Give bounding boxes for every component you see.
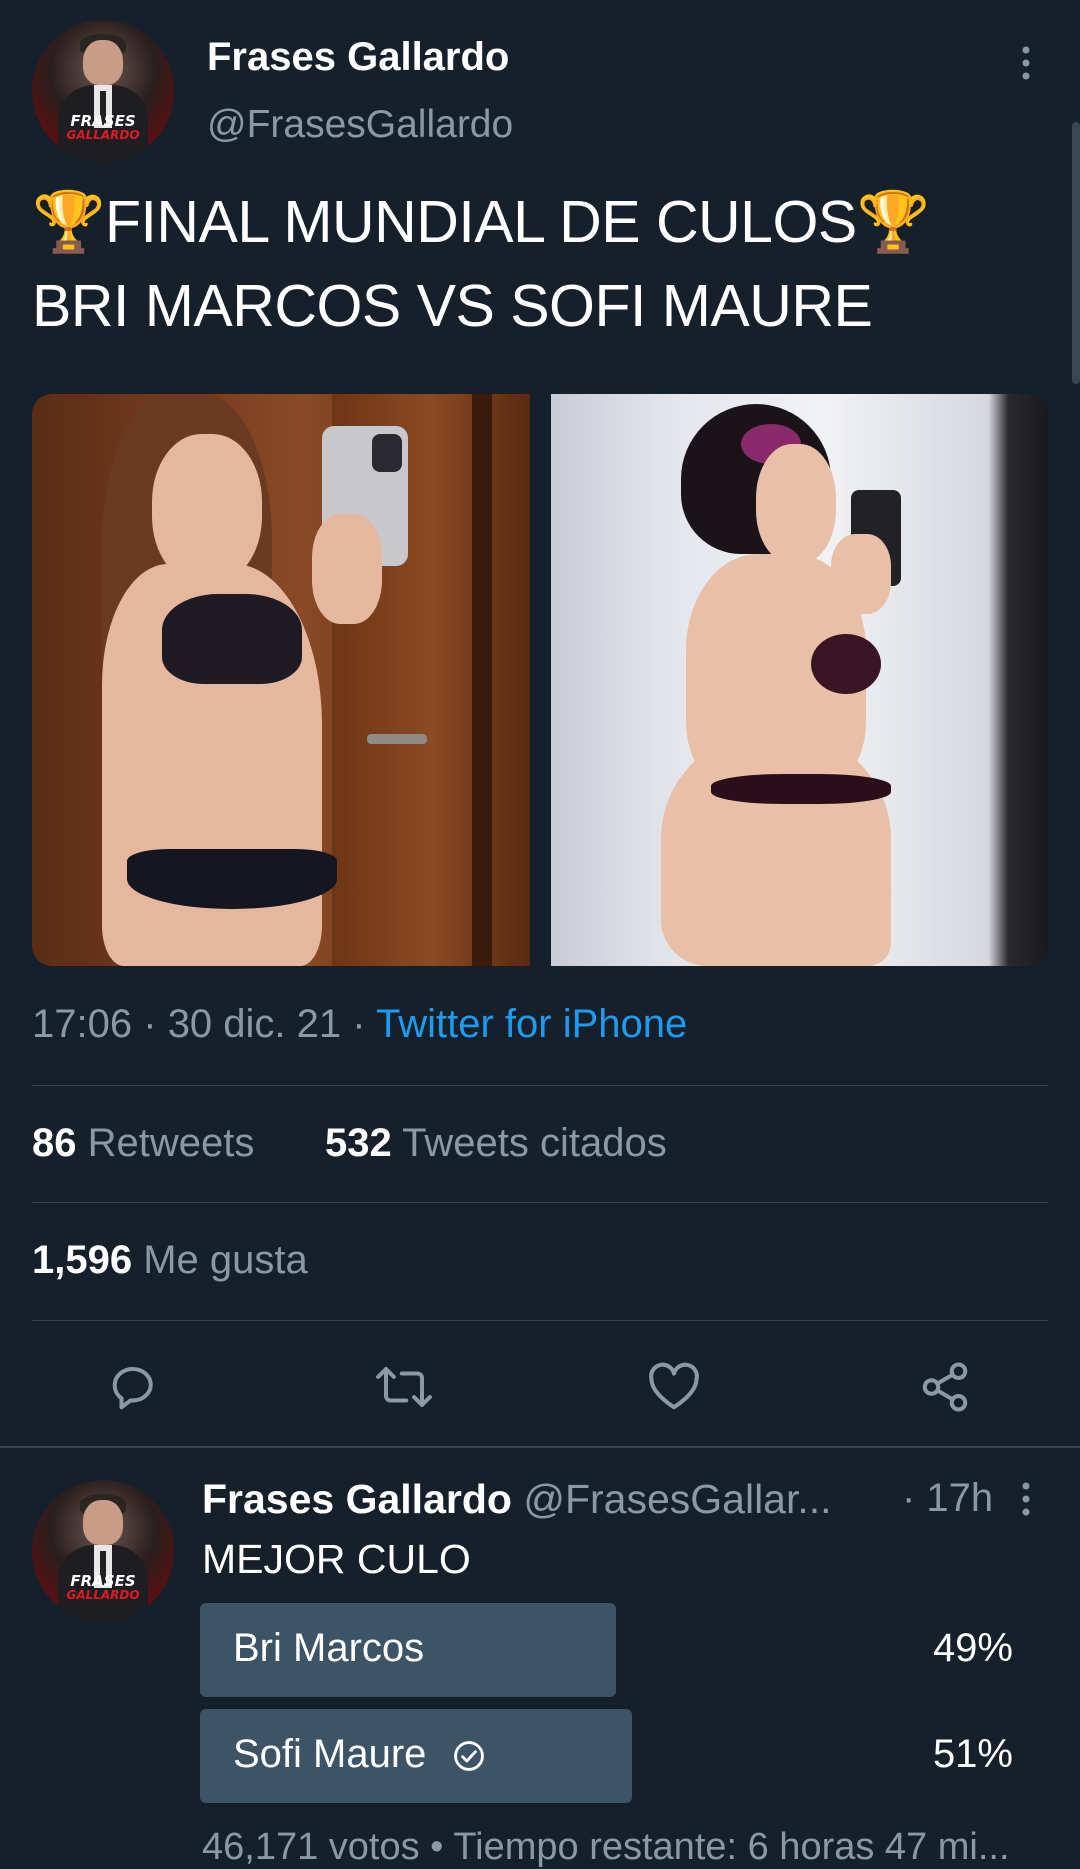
author-avatar[interactable]: FRASES GALLARDO xyxy=(32,20,174,162)
avatar-logo: FRASES GALLARDO xyxy=(66,1571,140,1602)
divider xyxy=(32,1202,1048,1203)
scrollbar[interactable] xyxy=(1072,122,1080,384)
quotes-stat[interactable]: 532 Tweets citados xyxy=(325,1121,667,1166)
tweet-date: 30 dic. 21 xyxy=(167,1002,342,1046)
divider xyxy=(32,1320,1048,1321)
poll-option-percent: 49% xyxy=(932,1626,1013,1670)
tweet-photo-2[interactable] xyxy=(551,394,1048,966)
likes-stat[interactable]: 1,596 Me gusta xyxy=(32,1238,308,1283)
retweet-icon[interactable] xyxy=(374,1360,434,1414)
reply-author-handle[interactable]: @FrasesGallar... xyxy=(523,1476,831,1522)
avatar-logo: FRASES GALLARDO xyxy=(66,111,140,142)
reply-header: Frases Gallardo @FrasesGallar... xyxy=(202,1476,832,1523)
reply-icon[interactable] xyxy=(108,1360,162,1414)
selected-check-icon xyxy=(452,1739,486,1773)
reply-author-name[interactable]: Frases Gallardo xyxy=(202,1476,512,1522)
reply-more-options-icon[interactable] xyxy=(1016,1480,1036,1520)
tweet-text-line2: BRI MARCOS VS SOFI MAURE xyxy=(32,273,873,339)
retweets-stat[interactable]: 86 Retweets xyxy=(32,1121,254,1166)
likes-label: Me gusta xyxy=(143,1238,308,1282)
poll-footer: 46,171 votos • Tiempo restante: 6 horas … xyxy=(202,1826,1010,1868)
like-icon[interactable] xyxy=(647,1362,701,1412)
poll-option-label: Bri Marcos xyxy=(233,1626,425,1670)
tweet-time: 17:06 xyxy=(32,1002,133,1046)
tweet-meta: 17:06 · 30 dic. 21 · Twitter for iPhone xyxy=(32,1002,688,1046)
reply-time[interactable]: · 17h xyxy=(902,1476,993,1521)
tweet-text-line1: 🏆FINAL MUNDIAL DE CULOS🏆 xyxy=(32,189,930,255)
tweet-photo-1[interactable] xyxy=(32,394,530,966)
section-divider xyxy=(0,1446,1080,1448)
reply-text: MEJOR CULO xyxy=(202,1536,471,1582)
poll-option-percent: 51% xyxy=(932,1732,1013,1776)
more-options-icon[interactable] xyxy=(1016,44,1036,84)
likes-count: 1,596 xyxy=(32,1238,133,1282)
author-name[interactable]: Frases Gallardo xyxy=(207,35,509,80)
divider xyxy=(32,1085,1048,1086)
share-icon[interactable] xyxy=(918,1360,972,1414)
quotes-count: 532 xyxy=(325,1121,392,1165)
reply-author-avatar[interactable]: FRASES GALLARDO xyxy=(32,1480,174,1622)
retweets-count: 86 xyxy=(32,1121,77,1165)
tweet-source-link[interactable]: Twitter for iPhone xyxy=(376,1002,687,1046)
author-handle[interactable]: @FrasesGallardo xyxy=(207,103,513,147)
retweets-label: Retweets xyxy=(87,1121,255,1165)
poll-option-label: Sofi Maure xyxy=(233,1732,486,1777)
quotes-label: Tweets citados xyxy=(402,1121,667,1165)
